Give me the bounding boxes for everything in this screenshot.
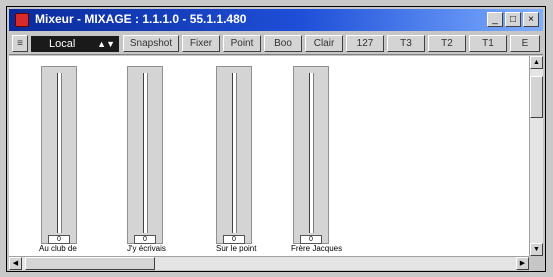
fader-track	[57, 73, 62, 233]
snapshot-button[interactable]: Snapshot	[123, 35, 179, 52]
fader-knob[interactable]: 0	[223, 235, 245, 244]
vertical-scroll-thumb[interactable]	[530, 76, 543, 118]
toolbar: ≡ Local ▲▼ Snapshot Fixer Point Boo Clai…	[9, 33, 543, 55]
fader-channel-4: 0	[293, 66, 329, 244]
scroll-up-icon[interactable]: ▲	[530, 56, 543, 69]
fader-channel-1: 0	[41, 66, 77, 244]
mixer-app-icon[interactable]	[15, 13, 29, 27]
fader-track	[143, 73, 148, 233]
mixer-area: 0 Au club de 0 J'y écrivais 0 Sur le poi…	[9, 56, 529, 256]
fader-label: Frère Jacques	[291, 244, 343, 253]
source-select[interactable]: Local ▲▼	[31, 36, 119, 52]
fader-label: Sur le point	[216, 244, 257, 253]
maximize-button[interactable]: □	[505, 12, 521, 27]
resize-grip[interactable]	[529, 256, 543, 270]
fader-knob[interactable]: 0	[48, 235, 70, 244]
fader-channel-3: 0	[216, 66, 252, 244]
horizontal-scroll-thumb[interactable]	[25, 257, 155, 270]
source-select-value: Local	[49, 38, 76, 50]
scroll-left-icon[interactable]: ◀	[9, 257, 22, 270]
fader-track	[232, 73, 237, 233]
fader-knob[interactable]: 0	[134, 235, 156, 244]
window-controls: _ □ ×	[487, 12, 539, 27]
boo-button[interactable]: Boo	[264, 35, 302, 52]
point-button[interactable]: Point	[223, 35, 261, 52]
minimize-button[interactable]: _	[487, 12, 503, 27]
fader-knob[interactable]: 0	[300, 235, 322, 244]
button-127[interactable]: 127	[346, 35, 384, 52]
fader-label: Au club de	[39, 244, 77, 253]
button-t1[interactable]: T1	[469, 35, 507, 52]
fader-track	[309, 73, 314, 233]
fader-label: J'y écrivais	[127, 244, 166, 253]
title-bar[interactable]: Mixeur - MIXAGE : 1.1.1.0 - 55.1.1.480 _…	[9, 9, 543, 31]
fader-channel-2: 0	[127, 66, 163, 244]
fixer-button[interactable]: Fixer	[182, 35, 220, 52]
clair-button[interactable]: Clair	[305, 35, 343, 52]
window-title: Mixeur - MIXAGE : 1.1.1.0 - 55.1.1.480	[35, 12, 247, 26]
menu-icon[interactable]: ≡	[12, 35, 28, 52]
vertical-scrollbar[interactable]: ▲ ▼	[529, 56, 543, 256]
button-e[interactable]: E	[510, 35, 540, 52]
chevron-down-icon: ▲▼	[97, 39, 115, 49]
mixer-window: Mixeur - MIXAGE : 1.1.1.0 - 55.1.1.480 _…	[6, 6, 546, 272]
close-button[interactable]: ×	[523, 12, 539, 27]
button-t2[interactable]: T2	[428, 35, 466, 52]
scroll-down-icon[interactable]: ▼	[530, 243, 543, 256]
horizontal-scrollbar[interactable]: ◀ ▶	[9, 256, 529, 270]
scroll-right-icon[interactable]: ▶	[516, 257, 529, 270]
button-t3[interactable]: T3	[387, 35, 425, 52]
